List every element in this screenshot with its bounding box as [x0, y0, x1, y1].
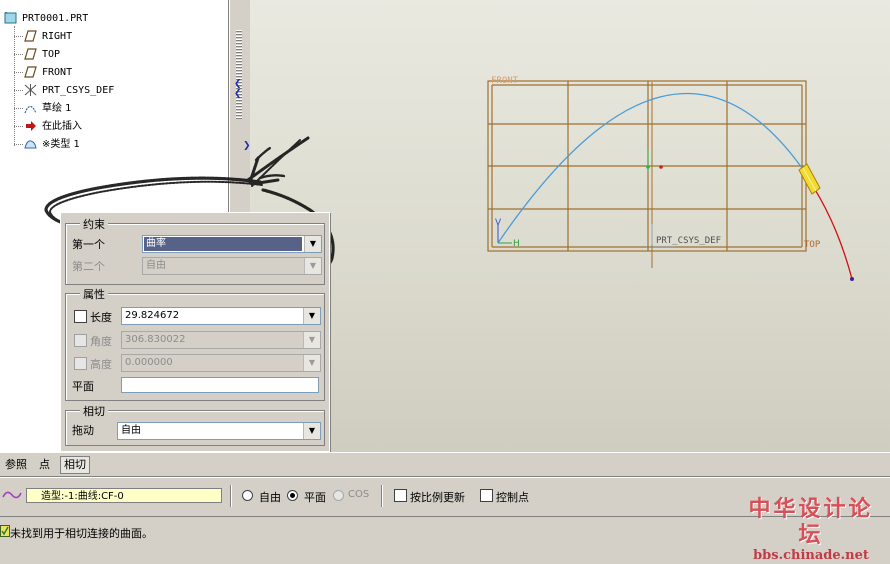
chevron-down-icon[interactable]: ▼	[303, 308, 320, 324]
splitter-grip[interactable]	[236, 30, 242, 120]
chevron-down-icon[interactable]: ▼	[303, 355, 320, 371]
coordinate-system-icon	[24, 84, 37, 96]
axis-h-label: H	[513, 239, 520, 249]
dashboard-separator	[230, 485, 231, 507]
cos-radio[interactable]	[333, 490, 344, 501]
tree-root[interactable]: PRT0001.PRT	[0, 10, 220, 27]
style-curve[interactable]	[497, 92, 803, 244]
tree-item-label: RIGHT	[42, 31, 73, 42]
plane-label: 平面	[72, 380, 94, 393]
style-feature-icon	[24, 140, 37, 149]
angle-checkbox[interactable]	[74, 334, 87, 347]
curve-type-icon[interactable]	[2, 489, 22, 501]
control-points-checkbox[interactable]	[480, 489, 493, 502]
datum-plane-icon	[24, 66, 37, 78]
scale-update-label: 按比例更新	[410, 491, 465, 504]
height-label: 高度	[90, 358, 112, 371]
first-constraint-label: 第一个	[72, 238, 105, 251]
height-value: 0.000000	[125, 357, 173, 368]
tree-item-label: FRONT	[42, 67, 73, 78]
length-label: 长度	[90, 311, 112, 324]
tangent-endpoint[interactable]	[850, 277, 854, 281]
cos-radio-label: COS	[348, 489, 370, 500]
second-constraint-value: 自由	[146, 260, 166, 271]
tree-item-sketch[interactable]: 草绘 1	[0, 100, 200, 117]
tangent-panel: 约束 第一个 曲率 ▼ 第二个 自由 ▼ 属性 长度 29.824672 ▼ 角…	[60, 212, 330, 452]
chevron-down-icon[interactable]: ▼	[304, 236, 321, 252]
front-plane-label: FRONT	[491, 76, 519, 86]
plane-field[interactable]	[121, 377, 319, 393]
chevron-down-icon[interactable]: ▼	[303, 423, 320, 439]
tree-item-right[interactable]: RIGHT	[0, 28, 200, 45]
height-checkbox[interactable]	[74, 357, 87, 370]
datum-plane-icon	[24, 30, 37, 42]
properties-title: 属性	[80, 286, 108, 302]
tab-references[interactable]: 参照	[5, 457, 27, 473]
constraint-title: 约束	[80, 216, 108, 232]
dashboard-tabs: 参照 点 相切	[0, 452, 890, 477]
first-constraint-select[interactable]: 曲率 ▼	[142, 235, 322, 253]
tree-item-top[interactable]: TOP	[0, 46, 200, 63]
datum-plane-icon	[24, 48, 37, 60]
site-watermark: 中华设计论坛 bbs.chinade.net	[738, 496, 884, 563]
message-icon	[0, 525, 10, 537]
tangent-title: 相切	[80, 403, 108, 419]
chevron-down-icon[interactable]: ▼	[304, 258, 321, 274]
status-message: 未找到用于相切连接的曲面。	[10, 527, 153, 540]
tree-item-front[interactable]: FRONT	[0, 64, 200, 81]
tree-item-label: 草绘 1	[42, 103, 72, 114]
constraint-group: 约束 第一个 曲率 ▼ 第二个 自由 ▼	[65, 216, 325, 285]
scale-update-checkbox[interactable]	[394, 489, 407, 502]
free-radio-label: 自由	[259, 491, 281, 504]
graphics-window[interactable]: FRONT TOP PRT_CSYS_DEF V H	[44, 0, 890, 452]
free-radio[interactable]	[242, 490, 253, 501]
top-plane-label: TOP	[804, 240, 821, 250]
length-value: 29.824672	[125, 310, 180, 321]
angle-input[interactable]: 306.830022 ▼	[121, 331, 321, 349]
dashboard-separator	[381, 485, 382, 507]
collapse-left-icon[interactable]: ❮	[234, 80, 242, 89]
control-points-label: 控制点	[496, 491, 529, 504]
angle-value: 306.830022	[125, 334, 186, 345]
tree-item-csys[interactable]: PRT_CSYS_DEF	[0, 82, 200, 99]
drag-value: 自由	[121, 425, 141, 436]
curve-name-field[interactable]: 造型:-1:曲线:CF-0	[26, 488, 222, 503]
tree-root-label: PRT0001.PRT	[22, 13, 89, 24]
plane-radio[interactable]	[287, 490, 298, 501]
watermark-url: bbs.chinade.net	[753, 548, 869, 563]
part-icon	[4, 12, 17, 24]
axis-v-label: V	[495, 218, 502, 228]
tree-item-label: TOP	[42, 49, 61, 60]
tangent-group: 相切 拖动 自由 ▼	[65, 403, 325, 446]
csys-label: PRT_CSYS_DEF	[656, 236, 721, 246]
length-input[interactable]: 29.824672 ▼	[121, 307, 321, 325]
second-constraint-select[interactable]: 自由 ▼	[142, 257, 322, 275]
chevron-down-icon[interactable]: ▼	[303, 332, 320, 348]
second-constraint-label: 第二个	[72, 260, 105, 273]
insert-here-arrow-icon	[26, 121, 36, 131]
plane-radio-label: 平面	[304, 491, 326, 504]
collapse-left-icon[interactable]: ❮	[234, 90, 242, 99]
tab-points[interactable]: 点	[39, 457, 50, 473]
first-constraint-value: 曲率	[144, 237, 302, 251]
height-input[interactable]: 0.000000 ▼	[121, 354, 321, 372]
tree-item-label: PRT_CSYS_DEF	[42, 85, 115, 96]
length-checkbox[interactable]	[74, 310, 87, 323]
properties-group: 属性 长度 29.824672 ▼ 角度 306.830022 ▼ 高度 0.0…	[65, 286, 325, 401]
watermark-title: 中华设计论坛	[748, 496, 874, 548]
drag-select[interactable]: 自由 ▼	[117, 422, 321, 440]
tab-tangent[interactable]: 相切	[60, 456, 90, 474]
angle-label: 角度	[90, 335, 112, 348]
csys-point	[659, 165, 663, 169]
drag-label: 拖动	[72, 424, 94, 437]
csys-origin	[646, 165, 650, 169]
sketch-icon	[24, 105, 37, 114]
